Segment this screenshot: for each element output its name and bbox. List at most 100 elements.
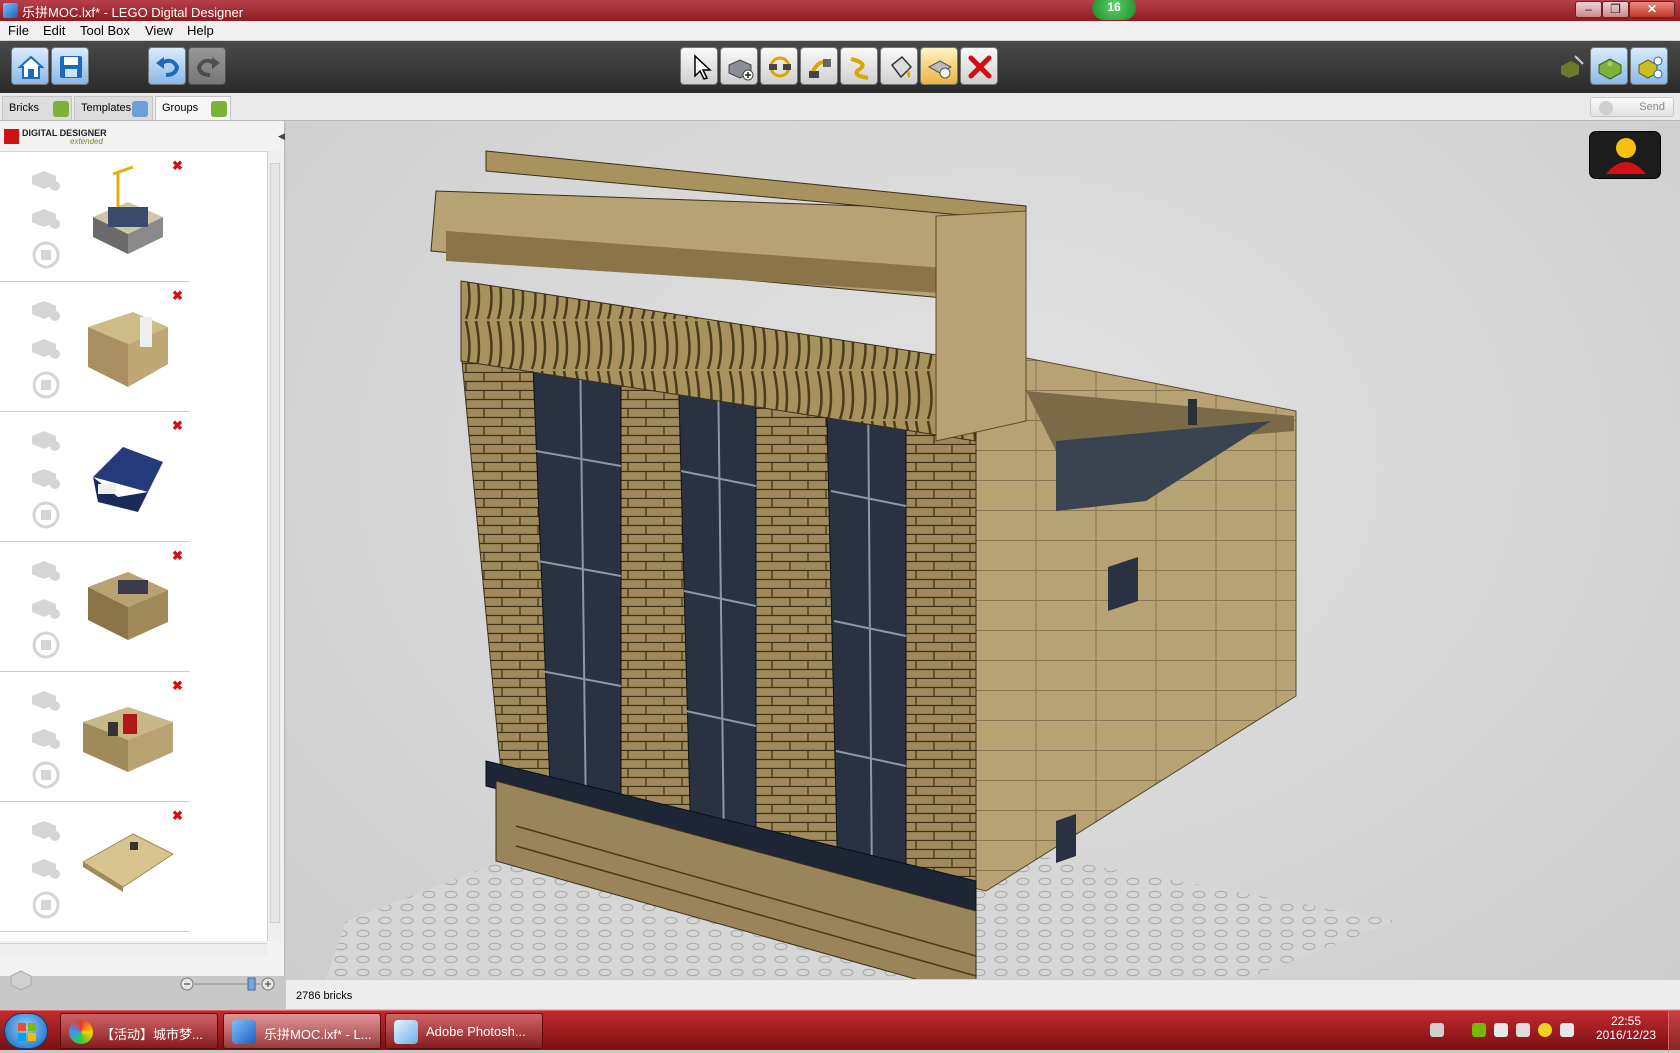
hide-icon (927, 60, 953, 79)
group-thumbnail (83, 707, 173, 772)
remove-from-group-icon[interactable] (29, 332, 63, 362)
taskbar-item-photoshop[interactable]: Adobe Photosh... (385, 1013, 543, 1049)
list-item[interactable]: ✖ (0, 542, 190, 672)
groups-vertical-scrollbar[interactable] (267, 151, 281, 941)
app-icon (3, 3, 18, 18)
add-to-group-icon[interactable] (29, 554, 63, 584)
start-button[interactable] (4, 1013, 48, 1049)
send-button[interactable]: Send (1590, 97, 1674, 117)
select-group-icon[interactable] (29, 370, 63, 400)
view-mode-button[interactable] (1590, 47, 1628, 85)
save-icon (60, 56, 82, 78)
delete-group-icon[interactable]: ✖ (172, 678, 183, 694)
add-to-group-icon[interactable] (29, 424, 63, 454)
network-icon[interactable] (1516, 1023, 1530, 1037)
taskbar-item-browser[interactable]: 【活动】城市梦... (60, 1013, 218, 1049)
add-to-group-icon[interactable] (29, 294, 63, 324)
select-group-icon[interactable] (29, 630, 63, 660)
build-mode-button[interactable] (1552, 47, 1590, 85)
hide-tool[interactable] (920, 47, 958, 85)
keyboard-icon[interactable] (1430, 1023, 1444, 1037)
add-to-group-icon[interactable] (29, 164, 63, 194)
collapse-panel-button[interactable]: ◀ (278, 131, 285, 142)
delete-group-icon[interactable]: ✖ (172, 548, 183, 564)
build-mode-icon (1561, 55, 1584, 78)
taskbar-clock[interactable]: 22:55 2016/12/23 (1590, 1014, 1662, 1042)
list-item[interactable]: ✖ (0, 282, 190, 412)
list-item[interactable]: ✖ (0, 672, 190, 802)
groups-panel: DIGITAL DESIGNER extended ◀ ✖ ✖ ✖ ✖ ✖ ✖ (0, 121, 285, 991)
windows-logo-icon (18, 1023, 36, 1041)
remove-from-group-icon[interactable] (29, 722, 63, 752)
clock-date: 2016/12/23 (1595, 1028, 1657, 1042)
add-to-group-icon[interactable] (29, 684, 63, 714)
thumbnail-zoom-slider[interactable] (180, 977, 276, 991)
title-bar: 乐拼MOC.lxf* - LEGO Digital Designer 16 – … (0, 0, 1680, 21)
menu-file[interactable]: File (8, 23, 29, 38)
menu-tool-box[interactable]: Tool Box (80, 23, 130, 38)
show-desktop-button[interactable] (1668, 1011, 1680, 1051)
select-tool[interactable] (680, 47, 718, 85)
building-guide-button[interactable] (1630, 47, 1668, 85)
delete-group-icon[interactable]: ✖ (172, 158, 183, 174)
notification-badge[interactable]: 16 (1092, 0, 1136, 20)
list-item[interactable]: ✖ (0, 412, 190, 542)
clock-time: 22:55 (1610, 1014, 1642, 1028)
home-button[interactable] (11, 47, 49, 85)
minifig-icon (1606, 138, 1646, 174)
add-brick-tool[interactable] (720, 47, 758, 85)
flex-tool[interactable] (840, 47, 878, 85)
remove-from-group-icon[interactable] (29, 852, 63, 882)
hinge-icon (809, 59, 831, 78)
flag-icon[interactable] (1494, 1023, 1508, 1037)
redo-icon (196, 57, 220, 77)
model-render (326, 150, 1396, 979)
security-icon[interactable] (1538, 1023, 1552, 1037)
scrollbar-thumb[interactable] (270, 163, 280, 923)
remove-from-group-icon[interactable] (29, 592, 63, 622)
group-thumbnail (93, 165, 163, 254)
delete-group-icon[interactable]: ✖ (172, 288, 183, 304)
nvidia-icon[interactable] (1472, 1023, 1486, 1037)
add-to-group-icon[interactable] (29, 814, 63, 844)
select-group-icon[interactable] (29, 500, 63, 530)
delete-group-icon[interactable]: ✖ (172, 808, 183, 824)
select-group-icon[interactable] (29, 760, 63, 790)
select-group-icon[interactable] (29, 240, 63, 270)
3d-viewport[interactable] (286, 121, 1680, 979)
window-title: 乐拼MOC.lxf* - LEGO Digital Designer (22, 5, 244, 20)
paint-tool[interactable] (880, 47, 918, 85)
select-group-icon[interactable] (29, 890, 63, 920)
delete-tool[interactable] (960, 47, 998, 85)
groups-horizontal-scrollbar[interactable] (0, 943, 267, 957)
tab-bricks-label: Bricks (9, 102, 39, 114)
minimize-button[interactable]: – (1575, 1, 1602, 18)
tab-templates[interactable]: Templates (74, 96, 153, 120)
remove-from-group-icon[interactable] (29, 202, 63, 232)
redo-button[interactable] (188, 47, 226, 85)
volume-icon[interactable] (1560, 1023, 1574, 1037)
maximize-button[interactable]: ❐ (1602, 1, 1629, 18)
paint-bucket-icon (890, 55, 913, 79)
menu-view[interactable]: View (145, 23, 173, 38)
list-item[interactable]: ✖ (0, 802, 190, 932)
close-button[interactable]: ✕ (1629, 1, 1675, 18)
delete-group-icon[interactable]: ✖ (172, 418, 183, 434)
palette-tab-bar: Bricks Templates Groups Send (0, 93, 1680, 121)
brick-preview-icon (10, 970, 32, 991)
taskbar-item-ldd[interactable]: 乐拼MOC.lxf* - L... (223, 1013, 381, 1049)
menu-help[interactable]: Help (187, 23, 214, 38)
minifig-mode-button[interactable] (1589, 131, 1661, 179)
hinge-tool[interactable] (800, 47, 838, 85)
tab-bricks[interactable]: Bricks (2, 96, 72, 120)
group-thumbnail (88, 572, 168, 640)
undo-button[interactable] (148, 47, 186, 85)
list-item[interactable]: ✖ (0, 152, 190, 282)
menu-edit[interactable]: Edit (43, 23, 65, 38)
template-icon (132, 101, 148, 117)
save-button[interactable] (51, 47, 89, 85)
tab-groups[interactable]: Groups (155, 96, 231, 120)
clone-tool[interactable] (760, 47, 798, 85)
groups-list: ✖ ✖ ✖ ✖ ✖ ✖ (0, 151, 267, 941)
remove-from-group-icon[interactable] (29, 462, 63, 492)
